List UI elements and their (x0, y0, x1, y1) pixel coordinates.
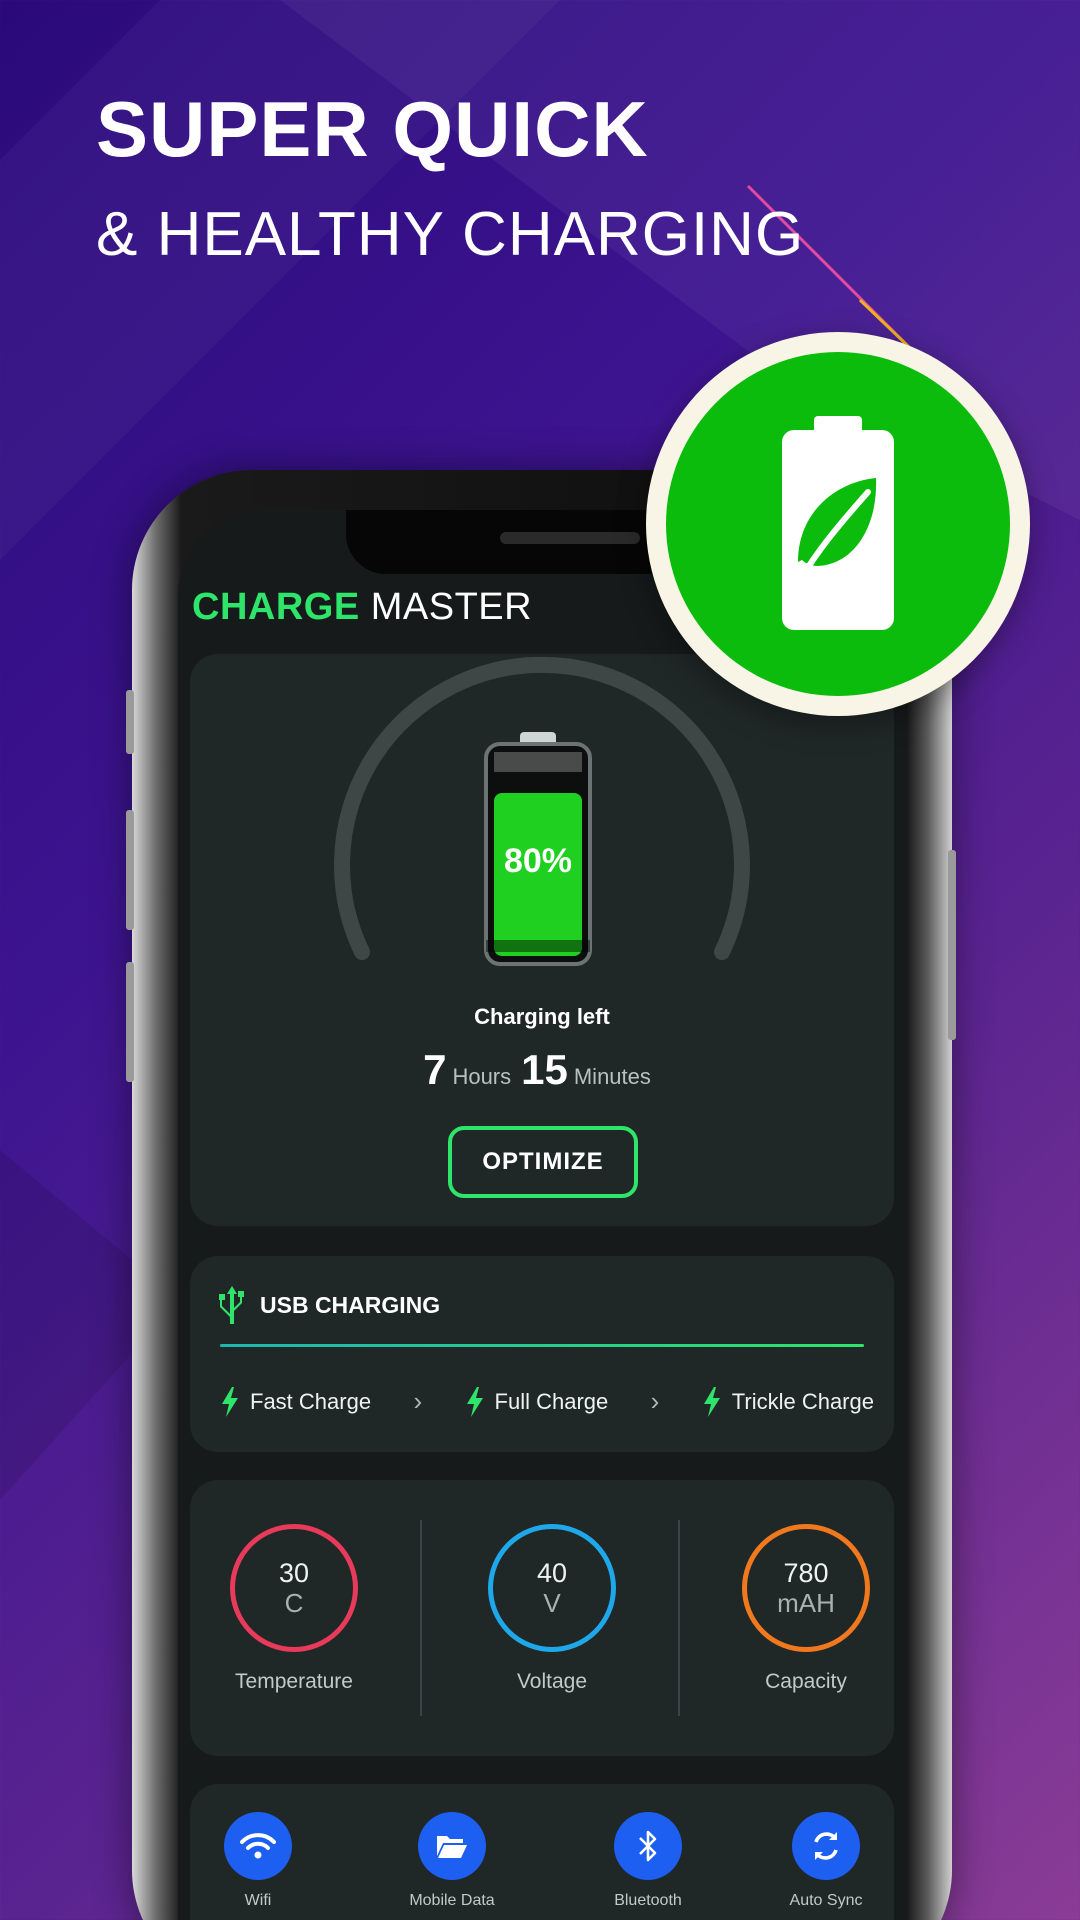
charging-time: 7 Hours 15 Minutes (190, 1046, 894, 1094)
toggle-wifi[interactable]: Wifi (188, 1812, 328, 1910)
stat-name: Temperature (235, 1670, 353, 1693)
phone-side-button (126, 962, 134, 1082)
toggle-auto-sync[interactable]: Auto Sync (756, 1812, 896, 1910)
battery-card: 80% Charging left 7 Hours 15 Minutes OPTIMI… (190, 654, 894, 1226)
stat-voltage: 40 V Voltage (462, 1524, 642, 1694)
toggle-label: Wifi (244, 1892, 272, 1909)
eco-battery-badge (646, 332, 1030, 716)
stat-capacity: 780 mAH Capacity (716, 1524, 896, 1694)
mode-trickle-charge[interactable]: Trickle Charge (702, 1386, 874, 1417)
charging-left-label: Charging left (474, 1004, 610, 1029)
hours-value: 7 (423, 1046, 447, 1093)
eco-battery-icon (782, 416, 894, 630)
toggle-mobile-data[interactable]: Mobile Data (382, 1812, 522, 1910)
badge-circle (666, 352, 1010, 696)
headline: SUPER QUICK & HEALTHY CHARGING (96, 90, 804, 266)
stat-name: Capacity (765, 1670, 847, 1693)
battery-percent: 80% (504, 842, 572, 880)
stat-divider (420, 1520, 422, 1716)
headline-line-1: SUPER QUICK (96, 85, 649, 173)
usb-charging-label: USB CHARGING (260, 1291, 441, 1318)
app-title-rest: MASTER (370, 586, 533, 628)
minutes-unit: Minutes (573, 1064, 651, 1089)
toggle-label: Mobile Data (409, 1892, 495, 1909)
stat-unit: V (543, 1587, 561, 1618)
phone-screen: CHARGE MASTER 80% Charging left 7 Hours 15… (178, 510, 906, 1920)
stat-temperature: 30 C Temperature (204, 1524, 384, 1694)
app-title-accent: CHARGE (192, 586, 360, 628)
wifi-icon (224, 1812, 292, 1880)
usb-divider (220, 1344, 864, 1347)
phone-speaker (500, 532, 640, 544)
charge-modes: Fast Charge › Full Charge › Trickle Char… (220, 1386, 874, 1417)
phone-side-button (948, 850, 956, 1040)
hours-unit: Hours (452, 1064, 512, 1089)
quick-toggles-card: Wifi Mobile Data Bluetooth Auto Sync (190, 1784, 894, 1920)
minutes-value: 15 (521, 1046, 568, 1093)
mode-label: Trickle Charge (731, 1388, 874, 1414)
optimize-button[interactable]: OPTIMIZE (448, 1126, 638, 1198)
folder-icon (418, 1812, 486, 1880)
usb-icon (219, 1286, 244, 1324)
toggle-bluetooth[interactable]: Bluetooth (578, 1812, 718, 1910)
toggle-label: Bluetooth (614, 1892, 682, 1909)
bluetooth-icon (614, 1812, 682, 1880)
mode-fast-charge[interactable]: Fast Charge (220, 1386, 372, 1417)
toggle-label: Auto Sync (789, 1892, 863, 1909)
stat-ring: 780 mAH (742, 1524, 870, 1652)
lightning-icon (466, 1386, 483, 1417)
headline-line-2: & HEALTHY CHARGING (96, 200, 805, 269)
chevron-right-icon: › (650, 1386, 660, 1416)
stat-ring: 30 C (230, 1524, 358, 1652)
lightning-icon (222, 1386, 238, 1417)
stat-value: 40 (536, 1557, 568, 1588)
stat-unit: mAH (777, 1587, 835, 1618)
chevron-right-icon: › (413, 1386, 423, 1416)
mode-full-charge[interactable]: Full Charge (465, 1386, 609, 1417)
phone-side-button (126, 810, 134, 930)
lightning-icon (703, 1386, 720, 1417)
sync-icon (792, 1812, 860, 1880)
usb-charging-card: USB CHARGING Fast Charge › Full Charge ›… (190, 1256, 894, 1452)
stat-unit: C (284, 1587, 304, 1618)
mode-label: Full Charge (494, 1388, 609, 1414)
stat-name: Voltage (516, 1670, 588, 1693)
stat-value: 30 (278, 1557, 310, 1588)
app-title: CHARGE MASTER (192, 586, 532, 629)
stat-ring: 40 V (488, 1524, 616, 1652)
stat-divider (678, 1520, 680, 1716)
mode-label: Fast Charge (250, 1388, 372, 1414)
phone-side-button (126, 690, 134, 754)
usb-charging-header: USB CHARGING (218, 1284, 440, 1326)
stat-value: 780 (783, 1557, 829, 1588)
battery-stats-card: 30 C Temperature 40 V Voltage 780 mAH Ca… (190, 1480, 894, 1756)
